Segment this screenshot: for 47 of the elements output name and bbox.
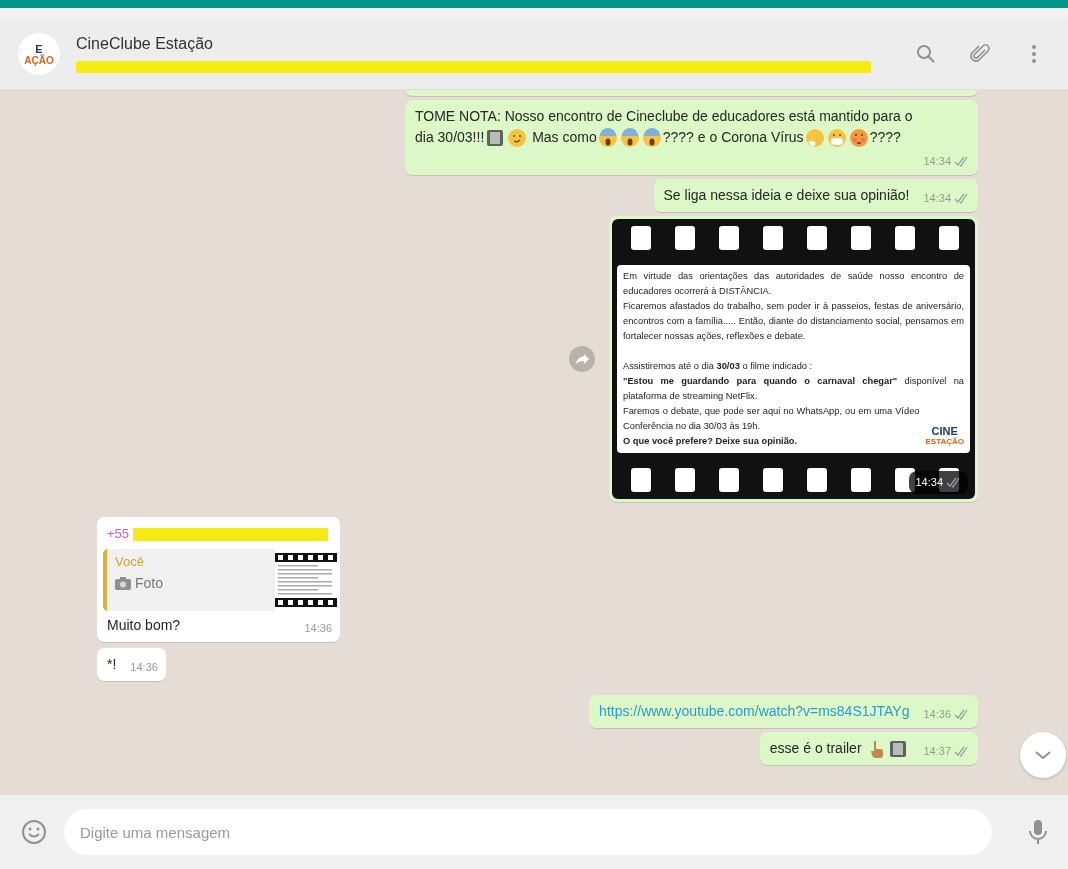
message-input[interactable]: Digite uma mensagem [64,809,992,855]
emoji-icon[interactable] [20,818,48,846]
quote-label: Foto [135,574,163,593]
logo-text: CINE [931,425,958,437]
message-text: dia 30/03!!! [415,128,485,147]
message-text: esse é o trailer [769,739,863,758]
smiley-icon [507,127,528,148]
message-text: ???? [869,128,901,147]
camera-icon [115,577,131,590]
avatar-text: AÇÃO [24,54,54,66]
sender-name: +55 [107,525,130,543]
logo-text: ESTAÇÃO [925,437,964,447]
message-time: 14:34 [923,191,951,206]
flyer-text: "Estou me guardando para quando o carnaval chegar" disponível na plataforma de streaming NetFlix. [623,375,964,403]
message-text: *! [107,655,117,674]
flyer-text: O que você prefere? Deixe sua opinião. [623,435,799,448]
flyer-text: Assistiremos até o dia 30/03 o filme indicado : [623,360,814,373]
message-time: 14:36 [923,707,951,722]
sneezing-emoji-icon [804,127,825,148]
message-text: Mas como [531,128,597,147]
message-text: TOME NOTA: Nosso encontro de Cineclube de educadores está mantido para o [415,107,913,126]
film-frame-icon [485,127,506,148]
chat-title: CineClube Estação [76,35,214,53]
mask-emoji-icon [826,127,847,148]
scream-emoji-icon [641,127,662,148]
flyer-text: Em virtude das orientações das autoridades de saúde nosso encontro de educadores ocorrerá à DISTÂNCIA. [623,270,964,298]
flyer-text: Faremos o debate, que pode ser aqui no WhatsApp, ou em uma Vídeo Conferência no dia 30/03 às 19h. [623,405,920,433]
scream-emoji-icon [597,127,618,148]
message-time: 14:34 [915,475,943,490]
flyer-text: Ficaremos afastados do trabalho, sem poder ir à passeios, festas de aniversário, encontros com a família..... Então, diante do distanciamento social, pensamos em fortalecer nossas ações, reflexões e debate. [623,300,964,343]
film-frame-icon [888,738,909,759]
quoted-message[interactable]: Você Foto [103,549,337,611]
forward-icon[interactable] [569,346,595,372]
message-text: Se liga nessa ideia e deixe sua opinião! [663,186,910,205]
message-time: 14:37 [923,744,951,759]
message-time: 14:36 [304,621,332,636]
message-text: Muito bom? [107,616,181,635]
flushed-emoji-icon [848,127,869,148]
message-link[interactable]: https://www.youtube.com/watch?v=ms84S1JTAYg [599,701,910,722]
scroll-down-button[interactable] [1020,732,1066,778]
scream-emoji-icon [619,127,640,148]
message-time: 14:34 [923,154,951,169]
avatar-text: E [35,42,43,55]
message-text: ???? e o Corona Vírus [662,128,804,147]
quote-author: Você [115,553,145,571]
message-time: 14:36 [130,660,158,675]
chevron-icon [1034,750,1052,760]
